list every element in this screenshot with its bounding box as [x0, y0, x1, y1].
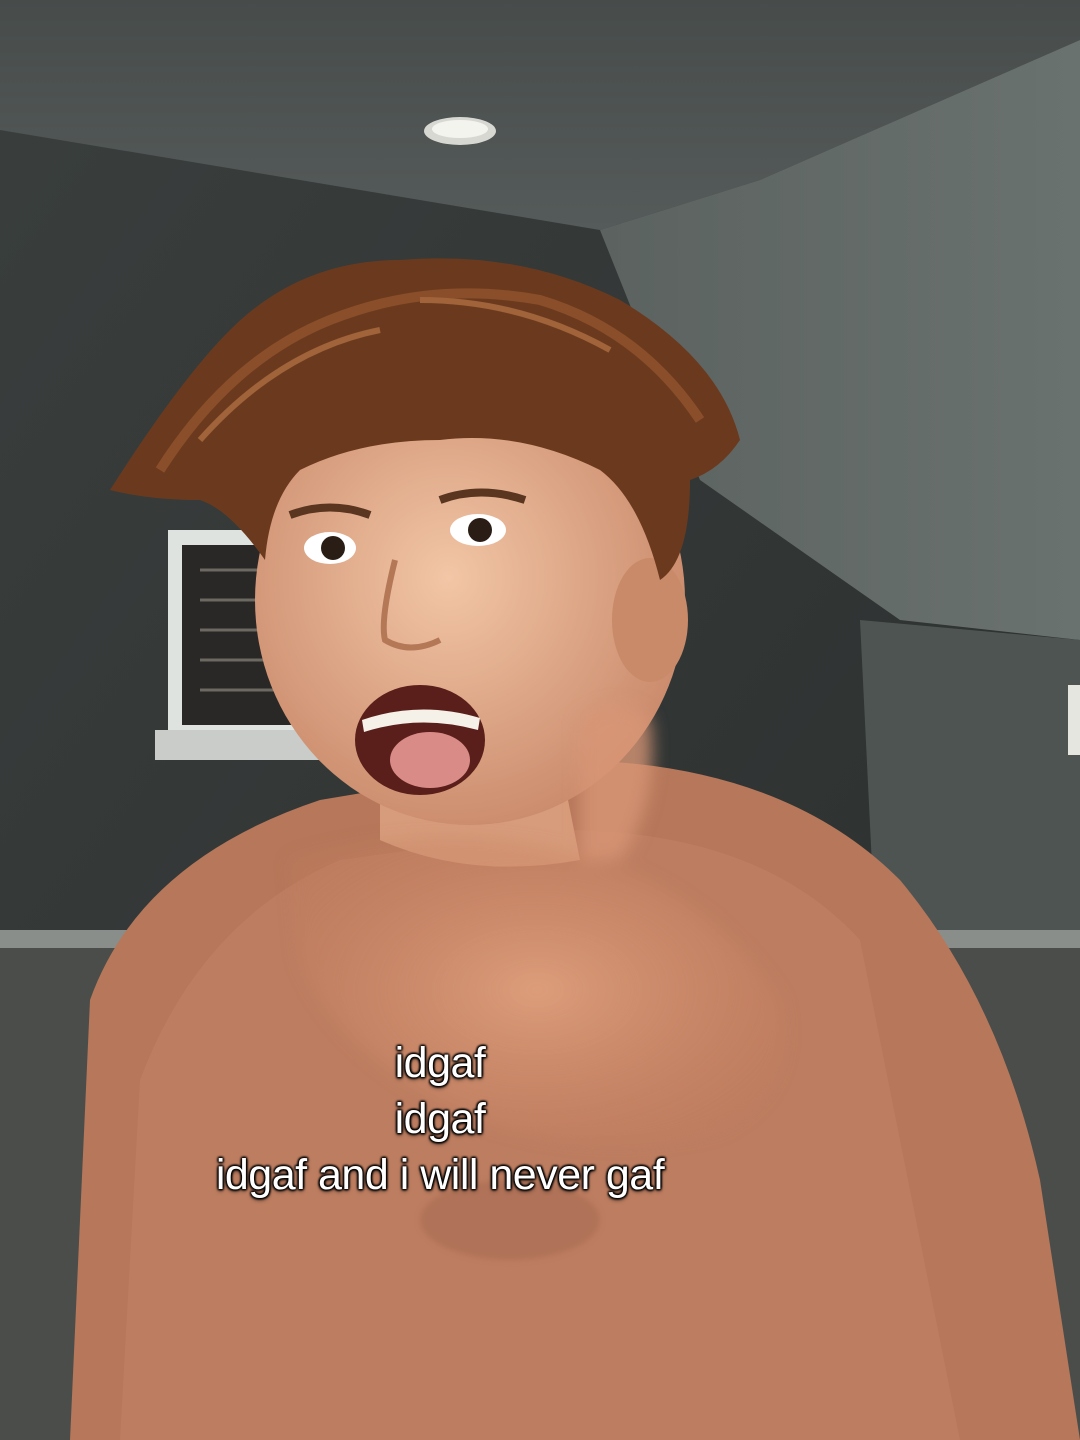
- caption-line: idgaf: [394, 1095, 486, 1143]
- video-frame[interactable]: idgaf idgaf idgaf and i will never gaf: [0, 0, 1080, 1440]
- caption-line: idgaf: [394, 1039, 486, 1087]
- video-scene: [0, 0, 1080, 1440]
- caption: idgaf idgaf idgaf and i will never gaf: [0, 1035, 880, 1203]
- caption-line: idgaf and i will never gaf: [215, 1151, 665, 1199]
